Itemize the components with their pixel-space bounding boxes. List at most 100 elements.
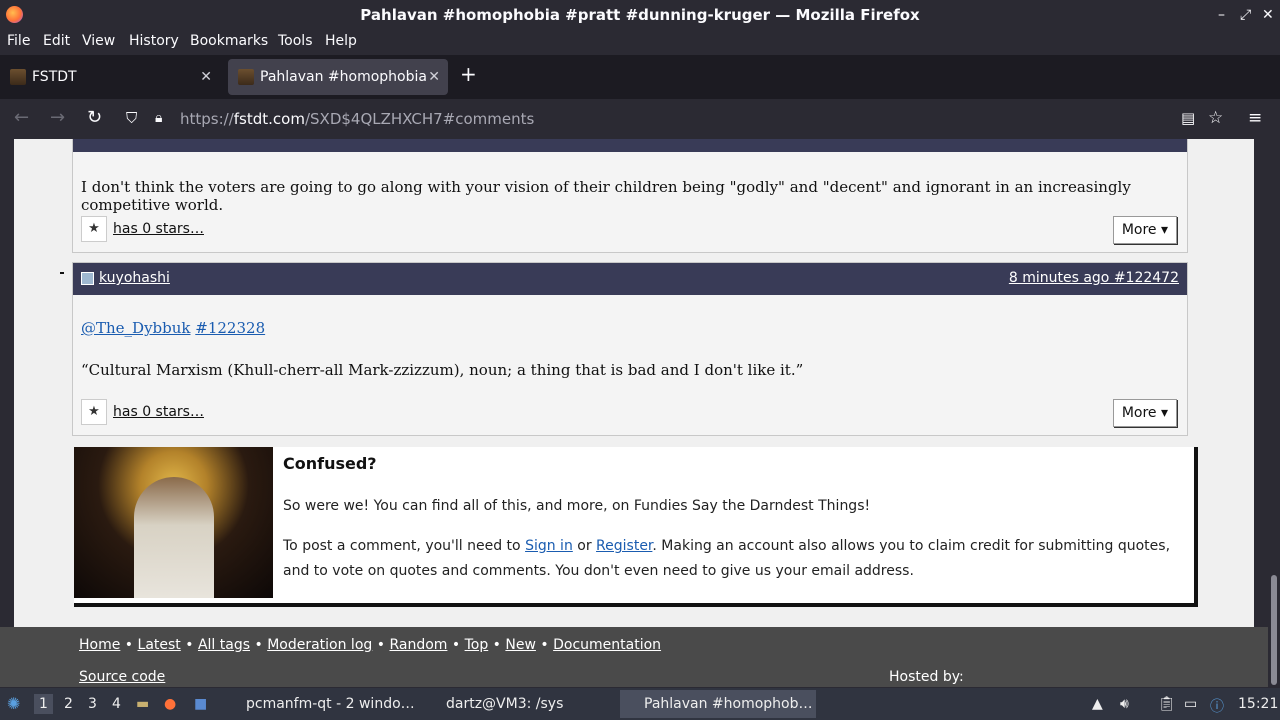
comment-header xyxy=(73,139,1187,152)
taskbar-window-label: dartz@VM3: /sys xyxy=(446,696,564,712)
taskbar-window-label: Pahlavan #homophob… xyxy=(644,696,813,712)
taskbar: ✺ 1 2 3 4 ▬ ● ■ pcmanfm-qt - 2 windo… da… xyxy=(0,688,1280,720)
back-button[interactable]: ← xyxy=(14,107,29,129)
star-button[interactable]: ★ xyxy=(81,216,107,242)
menu-edit[interactable]: Edit xyxy=(43,33,70,49)
reader-view-icon[interactable]: ▤ xyxy=(1181,107,1195,129)
file-manager-launcher-icon[interactable]: ▬ xyxy=(136,696,149,712)
clipboard-icon[interactable]: 📋︎ xyxy=(1158,696,1176,712)
menu-help[interactable]: Help xyxy=(325,33,357,49)
more-button[interactable]: More ▾ xyxy=(1112,399,1177,427)
notification-icon[interactable]: ⓘ xyxy=(1210,696,1224,716)
clock: 15:21 xyxy=(1238,696,1279,712)
taskbar-window-label: pcmanfm-qt - 2 windo… xyxy=(246,696,415,712)
star-button[interactable]: ★ xyxy=(81,399,107,425)
menu-tools[interactable]: Tools xyxy=(278,33,313,49)
tab-fstdt[interactable]: FSTDT ✕ xyxy=(0,59,220,95)
bookmark-star-icon[interactable]: ☆ xyxy=(1208,107,1223,129)
site-footer: Home • Latest • All tags • Moderation lo… xyxy=(0,627,1280,687)
menu-file[interactable]: File xyxy=(7,33,30,49)
volume-icon[interactable]: 🔊︎ xyxy=(1120,696,1129,712)
tab-label: Pahlavan #homophobia xyxy=(260,69,427,85)
taskbar-window-firefox[interactable]: Pahlavan #homophob… xyxy=(620,690,816,718)
close-tab-icon[interactable]: ✕ xyxy=(200,59,212,95)
page-content: I don't think the voters are going to go… xyxy=(14,139,1254,627)
desktop-2-button[interactable]: 2 xyxy=(64,696,73,712)
tab-label: FSTDT xyxy=(32,69,77,85)
menu-bar: File Edit View History Bookmarks Tools H… xyxy=(0,30,1280,54)
forward-button[interactable]: → xyxy=(50,107,65,129)
new-tab-button[interactable]: + xyxy=(460,62,477,86)
confused-title: Confused? xyxy=(283,454,377,473)
page-scrollbar[interactable] xyxy=(1268,139,1280,687)
taskbar-window-terminal[interactable]: dartz@VM3: /sys xyxy=(422,690,618,718)
footer-hosted-by: Hosted by: xyxy=(889,669,964,685)
close-tab-icon[interactable]: ✕ xyxy=(428,59,440,95)
desktop-3-button[interactable]: 3 xyxy=(88,696,97,712)
signin-text-a: To post a comment, you'll need to xyxy=(283,538,526,554)
maximize-button[interactable]: ⤢ xyxy=(1240,0,1251,30)
confused-box: Confused? So were we! You can find all o… xyxy=(74,447,1198,607)
stars-link[interactable]: has 0 stars… xyxy=(113,404,204,420)
confused-intro: So were we! You can find all of this, an… xyxy=(283,498,871,514)
hamburger-menu-icon[interactable]: ≡ xyxy=(1248,107,1262,129)
comment-user[interactable]: kuyohashi xyxy=(99,270,170,286)
minimize-button[interactable]: – xyxy=(1218,0,1225,30)
comment-text: “Cultural Marxism (Khull-cherr-all Mark-… xyxy=(81,361,804,379)
url-scheme: https:// xyxy=(180,110,234,128)
mention-ref-link[interactable]: #122328 xyxy=(195,319,265,337)
sign-in-link[interactable]: Sign in xyxy=(525,538,573,554)
fstdt-favicon-icon xyxy=(238,69,254,85)
taskbar-window-pcmanfm[interactable]: pcmanfm-qt - 2 windo… xyxy=(222,690,418,718)
footer-documentation-link[interactable]: Documentation xyxy=(553,637,661,653)
thread-marker xyxy=(60,272,64,274)
tab-pahlavan[interactable]: Pahlavan #homophobia ✕ xyxy=(228,59,448,95)
url-bar[interactable]: https://fstdt.com/SXD$4QLZHXCH7#comments xyxy=(180,110,534,128)
stars-link[interactable]: has 0 stars… xyxy=(113,221,204,237)
comment-mention-line: @The_Dybbuk #122328 xyxy=(81,319,265,337)
fstdt-favicon-icon xyxy=(10,69,26,85)
signin-text-b: or xyxy=(572,538,597,554)
menu-history[interactable]: History xyxy=(129,33,179,49)
footer-latest-link[interactable]: Latest xyxy=(138,637,181,653)
footer-home-link[interactable]: Home xyxy=(79,637,120,653)
confused-signin-text: To post a comment, you'll need to Sign i… xyxy=(283,534,1193,584)
start-menu-icon[interactable]: ✺ xyxy=(7,694,20,713)
firefox-launcher-icon[interactable]: ● xyxy=(164,696,176,712)
tab-bar: FSTDT ✕ Pahlavan #homophobia ✕ xyxy=(0,55,1280,99)
mention-link[interactable]: @The_Dybbuk xyxy=(81,319,191,337)
firefox-logo-icon xyxy=(6,6,23,23)
footer-top-link[interactable]: Top xyxy=(465,637,489,653)
footer-random-link[interactable]: Random xyxy=(389,637,447,653)
scrollbar-thumb[interactable] xyxy=(1271,575,1277,685)
url-path: /SXD$4QLZHXCH7#comments xyxy=(304,110,535,128)
footer-all-tags-link[interactable]: All tags xyxy=(198,637,250,653)
desktop-4-button[interactable]: 4 xyxy=(112,696,121,712)
footer-moderation-log-link[interactable]: Moderation log xyxy=(267,637,372,653)
register-link[interactable]: Register xyxy=(596,538,652,554)
footer-links: Home • Latest • All tags • Moderation lo… xyxy=(79,637,662,653)
reload-button[interactable]: ↻ xyxy=(87,107,102,129)
footer-source-code-link[interactable]: Source code xyxy=(79,669,165,685)
comment: I don't think the voters are going to go… xyxy=(72,139,1188,253)
more-button[interactable]: More ▾ xyxy=(1112,216,1177,244)
tray-arrow-icon[interactable]: ▲ xyxy=(1092,696,1103,712)
close-window-button[interactable]: ✕ xyxy=(1262,0,1274,30)
comment-text: I don't think the voters are going to go… xyxy=(81,178,1131,214)
comment-header: kuyohashi 8 minutes ago #122472 xyxy=(73,263,1187,295)
window-title: Pahlavan #homophobia #pratt #dunning-kru… xyxy=(360,6,920,24)
display-icon[interactable]: ▭ xyxy=(1184,696,1197,712)
menu-view[interactable]: View xyxy=(82,33,115,49)
comment-meta[interactable]: 8 minutes ago #122472 xyxy=(1009,270,1179,286)
desktop-1-button[interactable]: 1 xyxy=(34,694,53,714)
terminal-launcher-icon[interactable]: ■ xyxy=(194,696,207,712)
comment: kuyohashi 8 minutes ago #122472 @The_Dyb… xyxy=(72,262,1188,436)
footer-new-link[interactable]: New xyxy=(505,637,536,653)
url-domain: fstdt.com xyxy=(233,110,305,128)
user-avatar-icon xyxy=(81,272,94,285)
lock-icon[interactable]: 🔒︎ xyxy=(155,107,162,129)
jesus-with-gun-image xyxy=(74,447,273,598)
shield-icon[interactable]: ⛉ xyxy=(126,107,137,129)
menu-bookmarks[interactable]: Bookmarks xyxy=(190,33,268,49)
window-titlebar: Pahlavan #homophobia #pratt #dunning-kru… xyxy=(0,0,1280,30)
